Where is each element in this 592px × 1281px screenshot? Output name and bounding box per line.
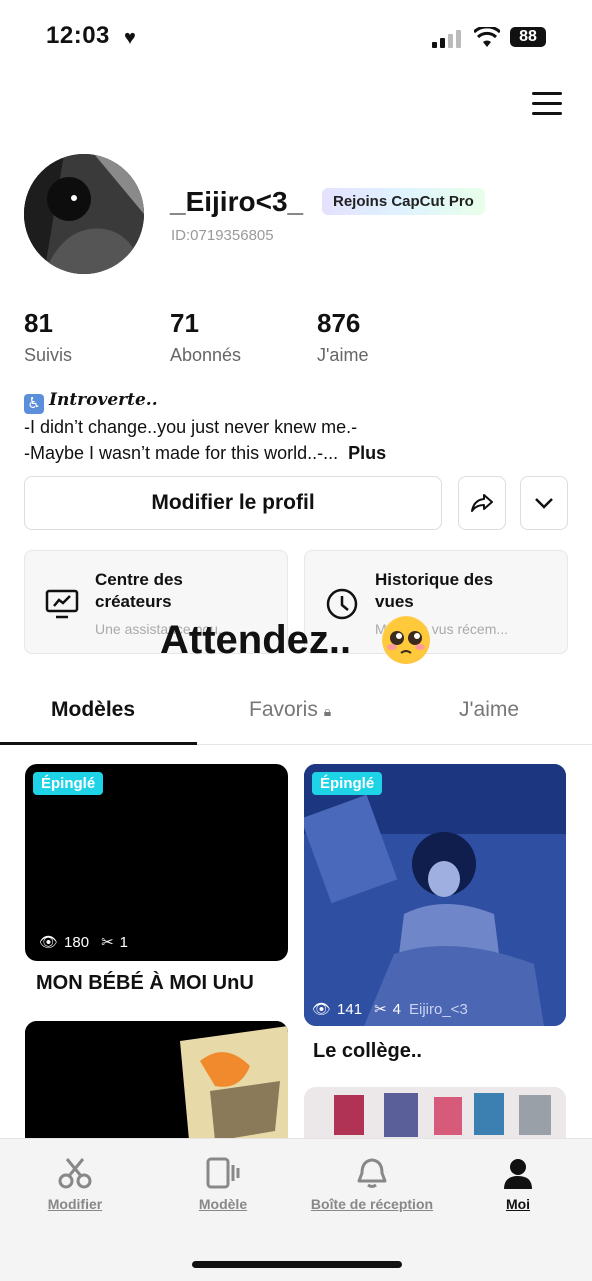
template-icon	[206, 1157, 240, 1189]
overlay-caption: Attendez..	[160, 618, 352, 662]
stat-following[interactable]: 81 Suivis	[24, 308, 72, 366]
template-tile[interactable]	[25, 1021, 288, 1151]
tile-stats: 👁︎ 141 ✂︎ 4 Eijiro_<3	[312, 1000, 468, 1019]
nav-template[interactable]: Modèle	[190, 1157, 256, 1212]
bio: ♿ Introverte.. -I didn’t change..you jus…	[24, 386, 584, 466]
bio-more-link[interactable]: Plus	[348, 443, 386, 463]
status-time: 12:03	[46, 22, 110, 49]
stat-value: 71	[170, 308, 199, 338]
nav-label: Modifier	[47, 1196, 103, 1212]
bottom-navigation: Modifier Modèle Boîte de réception Moi	[0, 1138, 592, 1281]
nav-label: Moi	[505, 1196, 531, 1212]
view-count: 180	[64, 933, 90, 951]
bio-line: -Maybe I wasn’t made for this world..-..…	[24, 443, 339, 463]
battery-icon: 88	[510, 27, 550, 49]
stat-label: Suivis	[24, 345, 73, 365]
stat-label: J'aime	[317, 345, 369, 365]
share-button[interactable]	[458, 476, 506, 530]
capcut-pro-badge[interactable]: Rejoins CapCut Pro	[322, 188, 485, 215]
user-id: ID:0719356805	[171, 227, 274, 244]
pinned-badge: Épinglé	[33, 772, 104, 795]
nav-label: Boîte de réception	[310, 1196, 434, 1212]
scissors-icon: ✂︎	[101, 934, 114, 951]
tab-templates[interactable]: Modèles	[51, 698, 135, 722]
cellular-signal-icon	[432, 30, 461, 48]
template-thumbnail	[304, 764, 566, 1026]
card-title: Centre des créateurs	[95, 570, 183, 611]
stat-value: 81	[24, 308, 53, 338]
monitor-chart-icon	[45, 589, 79, 619]
nav-inbox[interactable]: Boîte de réception	[302, 1157, 442, 1212]
profile-icon	[504, 1159, 532, 1189]
bio-line: -I didn’t change..you just never knew me…	[24, 417, 358, 437]
eye-icon: 👁︎	[39, 934, 59, 951]
accessibility-icon: ♿	[24, 394, 44, 414]
template-tile[interactable]: Épinglé 👁︎ 141 ✂︎ 4 Eijiro_<3	[304, 764, 566, 1026]
battery-level: 88	[510, 27, 546, 47]
scissors-icon	[58, 1158, 92, 1189]
use-count: 1	[119, 933, 128, 951]
clock-icon	[326, 588, 358, 620]
nav-edit[interactable]: Modifier	[43, 1157, 107, 1212]
tab-favorites[interactable]: Favoris 🔒︎	[249, 698, 331, 722]
nav-me[interactable]: Moi	[498, 1157, 538, 1212]
heart-icon: ♥	[124, 27, 136, 49]
scissors-icon: ✂︎	[374, 1001, 387, 1018]
tile-stats: 👁︎ 180 ✂︎ 1	[39, 933, 128, 952]
bio-intro: Introverte..	[49, 390, 158, 410]
stat-likes[interactable]: 876 J'aime	[317, 308, 368, 366]
wifi-icon	[474, 27, 500, 47]
stat-value: 876	[317, 308, 361, 338]
chevron-down-icon	[535, 498, 553, 509]
pinned-badge: Épinglé	[312, 772, 383, 795]
eye-icon: 👁︎	[312, 1001, 332, 1018]
stat-followers[interactable]: 71 Abonnés	[170, 308, 241, 366]
use-count: 4	[392, 1000, 401, 1018]
bell-icon	[357, 1158, 387, 1188]
card-title: Historique des vues	[375, 570, 494, 611]
avatar[interactable]	[24, 154, 144, 274]
active-tab-indicator	[0, 742, 197, 745]
tab-likes[interactable]: J'aime	[459, 698, 519, 722]
template-tile[interactable]: Épinglé 👁︎ 180 ✂︎ 1	[25, 764, 288, 961]
template-title[interactable]: Le collège..	[313, 1040, 422, 1063]
nav-label: Modèle	[198, 1196, 248, 1212]
share-icon	[471, 494, 493, 512]
template-title[interactable]: MON BÉBÉ À MOI UnU	[36, 972, 254, 995]
avatar-image	[24, 154, 144, 274]
lock-icon: 🔒︎	[323, 703, 332, 719]
home-indicator	[192, 1261, 402, 1268]
username: _Eijiro<3_	[170, 186, 304, 217]
template-thumbnail	[25, 1021, 288, 1151]
tab-label: Favoris	[249, 698, 318, 721]
edit-profile-button[interactable]: Modifier le profil	[24, 476, 442, 530]
view-count: 141	[337, 1000, 363, 1018]
expand-button[interactable]	[520, 476, 568, 530]
stat-label: Abonnés	[170, 345, 242, 365]
menu-icon[interactable]	[532, 92, 562, 118]
watermark-text: Eijiro_<3	[409, 1000, 468, 1018]
pleading-face-emoji-icon	[382, 616, 430, 664]
